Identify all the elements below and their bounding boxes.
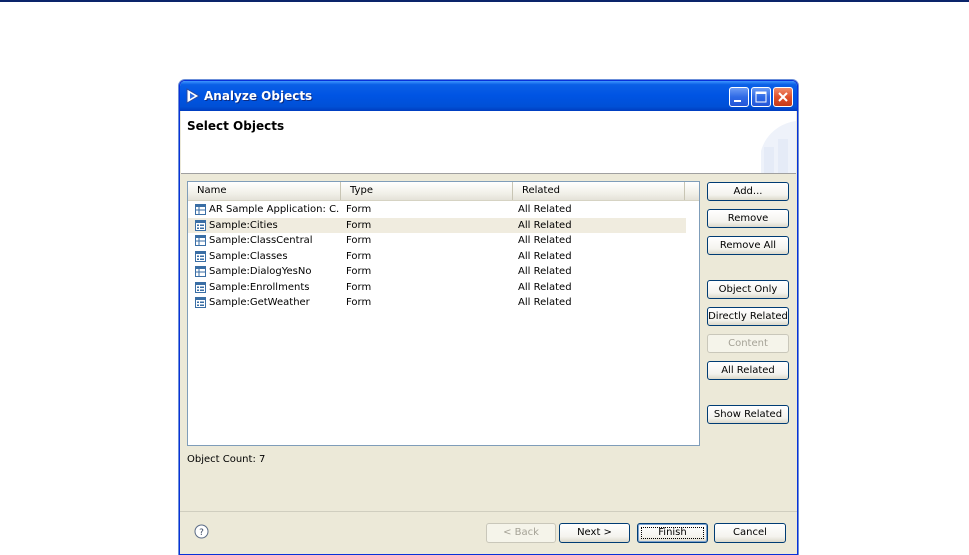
form-table-icon [195, 204, 206, 215]
wizard-banner-graphic [761, 121, 796, 173]
maximize-button[interactable] [751, 87, 771, 107]
row-type: Form [346, 204, 372, 215]
row-type: Form [346, 235, 372, 246]
form-table-icon [195, 235, 206, 246]
window-title: Analyze Objects [204, 89, 313, 103]
row-name: AR Sample Application: C... [209, 204, 339, 215]
table-row[interactable]: Sample:GetWeather Form All Related [188, 295, 686, 311]
desktop-background: Analyze Objects Select Objects Name Type… [0, 0, 969, 555]
next-button[interactable]: Next > [559, 523, 630, 543]
row-related: All Related [518, 219, 572, 231]
minimize-button[interactable] [729, 87, 749, 107]
back-button[interactable]: < Back [486, 523, 556, 543]
row-type: Form [346, 297, 372, 308]
remove-all-button[interactable]: Remove All [707, 236, 789, 255]
wizard-header: Select Objects [181, 111, 796, 174]
close-button[interactable] [773, 87, 793, 107]
add-button[interactable]: Add... [707, 182, 789, 201]
page-title: Select Objects [187, 119, 285, 133]
row-name: Sample:Classes [209, 250, 288, 262]
row-related: All Related [518, 235, 572, 246]
form-grid-icon [195, 297, 206, 308]
column-header-filler [685, 182, 699, 200]
cancel-button[interactable]: Cancel [714, 523, 786, 543]
content-button[interactable]: Content [707, 334, 789, 353]
column-header-type[interactable]: Type [341, 182, 513, 200]
row-related: All Related [518, 204, 572, 215]
table-header: Name Type Related [188, 182, 699, 201]
form-table-icon [195, 266, 206, 277]
form-grid-icon [195, 219, 206, 231]
row-type: Form [346, 266, 372, 277]
table-row[interactable]: Sample:Enrollments Form All Related [188, 280, 686, 296]
all-related-button[interactable]: All Related [707, 361, 789, 380]
row-type: Form [346, 281, 372, 293]
row-type: Form [346, 250, 372, 262]
svg-text:?: ? [199, 528, 204, 538]
row-name: Sample:ClassCentral [209, 235, 313, 246]
table-row[interactable]: AR Sample Application: C... Form All Rel… [188, 202, 686, 218]
focus-rectangle [641, 527, 704, 539]
form-grid-icon [195, 250, 206, 262]
column-header-name[interactable]: Name [188, 182, 341, 200]
remove-button[interactable]: Remove [707, 209, 789, 228]
analyze-objects-dialog: Analyze Objects Select Objects Name Type… [179, 80, 798, 555]
object-count-label: Object Count: 7 [187, 454, 266, 465]
title-bar[interactable]: Analyze Objects [180, 81, 797, 111]
row-name: Sample:DialogYesNo [209, 266, 312, 277]
row-related: All Related [518, 297, 572, 308]
row-name: Sample:GetWeather [209, 297, 310, 308]
objects-table[interactable]: Name Type Related AR Sample Application:… [187, 181, 700, 446]
table-row[interactable]: Sample:DialogYesNo Form All Related [188, 264, 686, 280]
help-icon[interactable]: ? [194, 524, 209, 539]
row-name: Sample:Enrollments [209, 281, 310, 293]
table-row[interactable]: Sample:ClassCentral Form All Related [188, 233, 686, 249]
minimize-icon [734, 100, 741, 102]
table-row[interactable]: Sample:Classes Form All Related [188, 249, 686, 265]
table-row-selected[interactable]: Sample:Cities Form All Related [188, 217, 686, 233]
row-related: All Related [518, 250, 572, 262]
form-grid-icon [195, 281, 206, 293]
row-type: Form [346, 219, 372, 231]
row-related: All Related [518, 266, 572, 277]
maximize-icon [755, 91, 767, 103]
row-related: All Related [518, 281, 572, 293]
finish-button[interactable]: Finish [637, 523, 708, 543]
show-related-button[interactable]: Show Related [707, 405, 789, 424]
object-only-button[interactable]: Object Only [707, 280, 789, 299]
footer-divider [180, 511, 797, 512]
column-header-related[interactable]: Related [513, 182, 685, 200]
app-play-icon [186, 88, 200, 104]
directly-related-button[interactable]: Directly Related [707, 307, 789, 326]
close-icon [778, 92, 788, 102]
row-name: Sample:Cities [209, 219, 278, 231]
